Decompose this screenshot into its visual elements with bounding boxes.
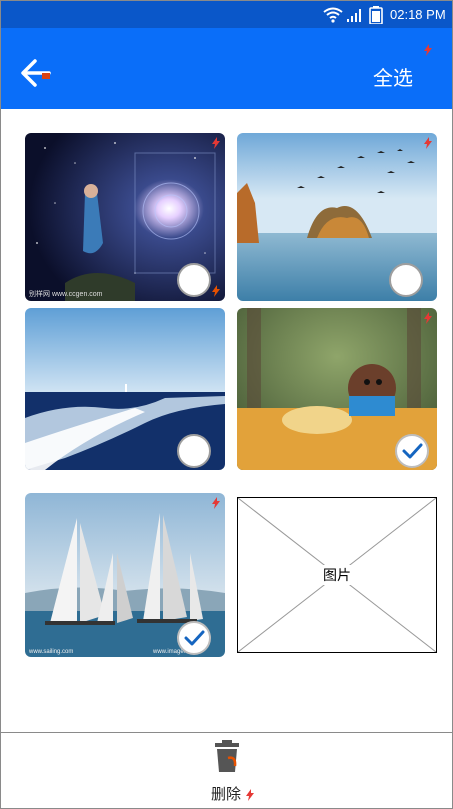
app-bar: 全选	[1, 28, 452, 109]
photo-caption: 别样网 www.ccgen.com	[29, 289, 103, 298]
photo-tile[interactable]: www.sailing.com www.image.com	[25, 493, 225, 657]
flash-badge-icon	[424, 44, 432, 56]
select-checkbox-checked[interactable]	[177, 621, 211, 655]
select-all-button[interactable]: 全选	[373, 62, 413, 91]
image-placeholder: 图片	[237, 497, 437, 653]
select-checkbox[interactable]	[177, 263, 211, 297]
flash-badge-icon	[212, 497, 220, 509]
select-checkbox-checked[interactable]	[395, 434, 429, 468]
check-icon	[402, 443, 423, 459]
photo-tile[interactable]	[237, 308, 437, 470]
wifi-icon	[323, 7, 343, 23]
flash-badge-icon	[246, 789, 254, 801]
screen: 02:18 PM 全选 别样网 www.ccgen.com www.sailin…	[0, 0, 453, 809]
select-checkbox[interactable]	[177, 434, 211, 468]
flash-badge-icon	[424, 137, 432, 149]
flash-badge-icon	[424, 312, 432, 324]
back-arrow-icon	[21, 59, 51, 87]
signal-icon	[347, 9, 361, 22]
placeholder-label: 图片	[319, 565, 355, 585]
flash-badge-icon	[212, 285, 220, 297]
trash-icon	[215, 740, 239, 772]
battery-icon	[369, 6, 383, 24]
back-button[interactable]	[19, 58, 55, 88]
bottom-bar: 删除	[1, 732, 452, 808]
photo-tile[interactable]	[237, 133, 437, 301]
photo-tile[interactable]: 别样网 www.ccgen.com	[25, 133, 225, 301]
check-icon	[184, 630, 205, 646]
delete-label: 删除	[211, 785, 242, 803]
status-time: 02:18 PM	[390, 7, 446, 22]
delete-button[interactable]: 删除	[197, 733, 257, 808]
status-bar: 02:18 PM	[1, 1, 452, 28]
flash-badge-icon	[212, 137, 220, 149]
select-checkbox[interactable]	[389, 263, 423, 297]
photo-tile[interactable]	[25, 308, 225, 470]
photo-caption: www.sailing.com	[28, 649, 73, 655]
